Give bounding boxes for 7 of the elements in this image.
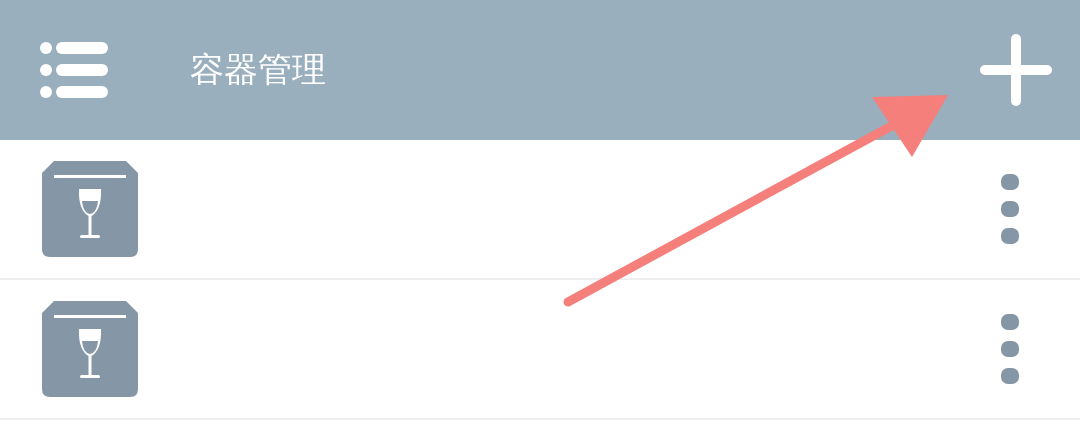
add-icon[interactable] [980,34,1052,106]
more-icon[interactable] [1000,174,1020,244]
menu-icon[interactable] [40,42,108,98]
wine-box-icon [42,161,138,257]
more-icon[interactable] [1000,314,1020,384]
wine-box-icon [42,301,138,397]
screen-title: 容器管理 [190,48,327,91]
